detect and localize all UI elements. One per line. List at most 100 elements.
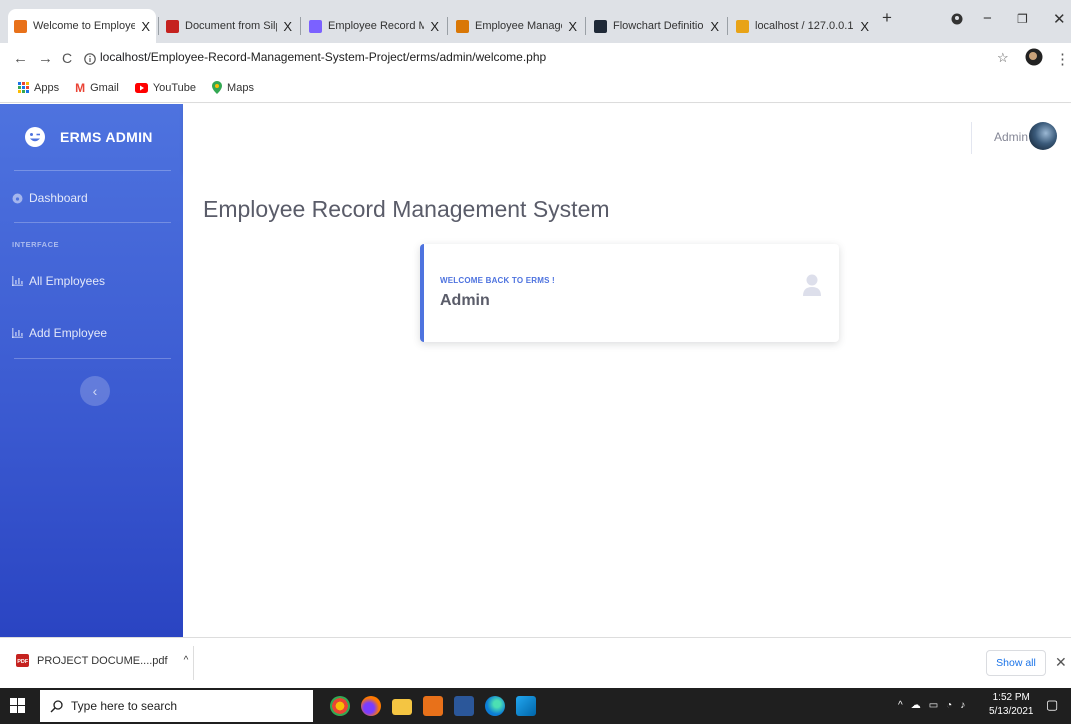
tab-separator bbox=[300, 17, 301, 35]
chrome-icon[interactable] bbox=[330, 696, 350, 716]
account-avatar[interactable] bbox=[1025, 48, 1043, 70]
system-tray[interactable]: ^ ☁ ▭ ◔ ♪ bbox=[898, 700, 965, 711]
maximize-icon[interactable]: ❐ bbox=[1017, 12, 1028, 26]
sidebar-item-label: Dashboard bbox=[29, 191, 88, 205]
profile-icon[interactable] bbox=[951, 12, 963, 29]
gmail-icon: M bbox=[75, 80, 86, 95]
window-close-icon[interactable]: ✕ bbox=[1053, 10, 1066, 28]
minimize-icon[interactable]: − bbox=[983, 10, 992, 27]
tab-close-icon[interactable]: X bbox=[283, 19, 292, 34]
tab-separator bbox=[447, 17, 448, 35]
bookmark-star-icon[interactable]: ☆ bbox=[997, 50, 1009, 66]
windows-start-icon[interactable] bbox=[10, 698, 25, 713]
url-field[interactable]: localhost/Employee-Record-Management-Sys… bbox=[100, 50, 546, 64]
browser-tab[interactable]: Employee Manageme X bbox=[450, 9, 583, 43]
close-icon[interactable]: ✕ bbox=[1055, 654, 1067, 671]
browser-tab[interactable]: Flowchart Definition X bbox=[588, 9, 725, 43]
sidebar-item-label: Add Employee bbox=[29, 326, 108, 340]
new-tab-button[interactable]: + bbox=[882, 8, 892, 28]
downloads-bar: PDF PROJECT DOCUME....pdf ^ Show all ✕ bbox=[0, 637, 1071, 688]
avatar[interactable] bbox=[1029, 122, 1057, 150]
sidebar-item-label: All Employees bbox=[29, 274, 106, 288]
bookmark-maps-label: Maps bbox=[227, 81, 254, 94]
bookmark-gmail[interactable]: M Gmail bbox=[75, 81, 119, 95]
welcome-card-name: Admin bbox=[440, 292, 490, 309]
sidebar-divider bbox=[14, 170, 171, 171]
welcome-card: WELCOME BACK TO ERMS ! Admin bbox=[420, 244, 839, 342]
maps-pin-icon bbox=[212, 81, 223, 94]
chevron-up-icon[interactable]: ^ bbox=[898, 700, 903, 711]
sidebar-item-all-employees[interactable]: All Employees bbox=[12, 274, 105, 288]
bookmark-apps[interactable]: Apps bbox=[18, 82, 59, 94]
main-content: Employee Record Management System WELCOM… bbox=[183, 172, 1071, 637]
tab-close-icon[interactable]: X bbox=[710, 19, 719, 34]
back-arrow-icon[interactable]: ← bbox=[13, 50, 28, 67]
search-icon bbox=[50, 699, 63, 712]
onedrive-icon[interactable]: ☁ bbox=[911, 700, 921, 711]
download-item[interactable]: PDF PROJECT DOCUME....pdf ^ bbox=[16, 654, 188, 667]
browser-tab[interactable]: Employee Record Man X bbox=[303, 9, 445, 43]
volume-icon[interactable]: ♪ bbox=[960, 700, 965, 711]
bookmark-youtube-label: YouTube bbox=[152, 81, 197, 94]
browser-tab[interactable]: localhost / 127.0.0.1 / X bbox=[730, 9, 875, 43]
topbar-divider bbox=[971, 122, 972, 154]
bookmark-apps-label: Apps bbox=[34, 81, 60, 94]
sidebar-item-add-employee[interactable]: Add Employee bbox=[12, 326, 107, 340]
url-host: localhost bbox=[100, 50, 148, 64]
downloads-divider bbox=[193, 646, 194, 680]
tab-close-icon[interactable]: X bbox=[430, 19, 439, 34]
word-icon[interactable] bbox=[454, 696, 474, 716]
xampp-icon[interactable] bbox=[423, 696, 443, 716]
forward-arrow-icon[interactable]: → bbox=[38, 50, 53, 67]
tab-label: Flowchart Definition bbox=[613, 20, 705, 32]
sidebar-item-dashboard[interactable]: Dashboard bbox=[12, 191, 88, 205]
brand-text: ERMS ADMIN bbox=[60, 129, 153, 145]
file-explorer-icon[interactable] bbox=[392, 699, 412, 715]
tab-close-icon[interactable]: X bbox=[141, 19, 150, 34]
taskbar-clock[interactable]: 1:52 PM 5/13/2021 bbox=[989, 691, 1034, 719]
dashboard-icon bbox=[12, 193, 23, 203]
tab-favicon-icon bbox=[594, 19, 607, 33]
tab-close-icon[interactable]: X bbox=[568, 19, 577, 34]
tab-favicon-icon bbox=[456, 19, 469, 33]
tab-separator bbox=[158, 17, 159, 35]
browser-tab-strip: Welcome to Employee X Document from Silpa X… bbox=[0, 0, 1071, 43]
browser-tab[interactable]: Document from Silpa X bbox=[160, 9, 298, 43]
browser-tab[interactable]: Welcome to Employee X bbox=[8, 9, 156, 43]
bookmark-youtube[interactable]: YouTube bbox=[134, 81, 197, 94]
tab-label: Document from Silpa bbox=[185, 20, 277, 32]
svg-text:PDF: PDF bbox=[17, 659, 29, 665]
user-icon bbox=[803, 274, 821, 296]
clock-date: 5/13/2021 bbox=[989, 706, 1034, 717]
notification-icon[interactable]: ▢ bbox=[1046, 697, 1058, 713]
apps-grid-icon bbox=[18, 82, 29, 93]
tab-label: Employee Record Man bbox=[328, 20, 425, 32]
sidebar-toggle-button[interactable]: ‹ bbox=[80, 376, 110, 406]
taskbar: Type here to search ^ ☁ ▭ ◔ ♪ 1:52 PM 5/… bbox=[0, 688, 1071, 724]
bookmark-maps[interactable]: Maps bbox=[212, 81, 254, 94]
info-icon[interactable] bbox=[84, 52, 96, 69]
battery-icon[interactable]: ▭ bbox=[929, 700, 938, 711]
tab-favicon-icon bbox=[736, 19, 749, 33]
tab-favicon-icon bbox=[309, 19, 322, 33]
firefox-icon[interactable] bbox=[361, 696, 381, 716]
topbar: Admin bbox=[183, 104, 1071, 172]
welcome-card-tag: WELCOME BACK TO ERMS ! bbox=[440, 276, 555, 285]
reload-icon[interactable]: C bbox=[62, 50, 72, 66]
wifi-icon[interactable]: ◔ bbox=[946, 700, 952, 711]
vscode-icon[interactable] bbox=[516, 696, 536, 716]
tab-label: localhost / 127.0.0.1 / bbox=[755, 20, 855, 32]
tab-favicon-icon bbox=[166, 19, 179, 33]
show-all-button[interactable]: Show all bbox=[986, 650, 1046, 676]
user-name[interactable]: Admin bbox=[994, 130, 1028, 144]
browser-menu-icon[interactable]: ⋮ bbox=[1055, 50, 1070, 68]
tab-favicon-icon bbox=[14, 19, 27, 33]
taskbar-search-input[interactable]: Type here to search bbox=[40, 690, 313, 722]
bookmarks-bar: Apps M Gmail YouTube Maps bbox=[0, 73, 1071, 103]
laugh-wink-icon bbox=[25, 127, 45, 147]
tab-close-icon[interactable]: X bbox=[860, 19, 869, 34]
tab-separator bbox=[727, 17, 728, 35]
edge-icon[interactable] bbox=[485, 696, 505, 716]
sidebar-brand[interactable]: ERMS ADMIN bbox=[0, 104, 183, 170]
chevron-up-icon[interactable]: ^ bbox=[184, 655, 189, 666]
